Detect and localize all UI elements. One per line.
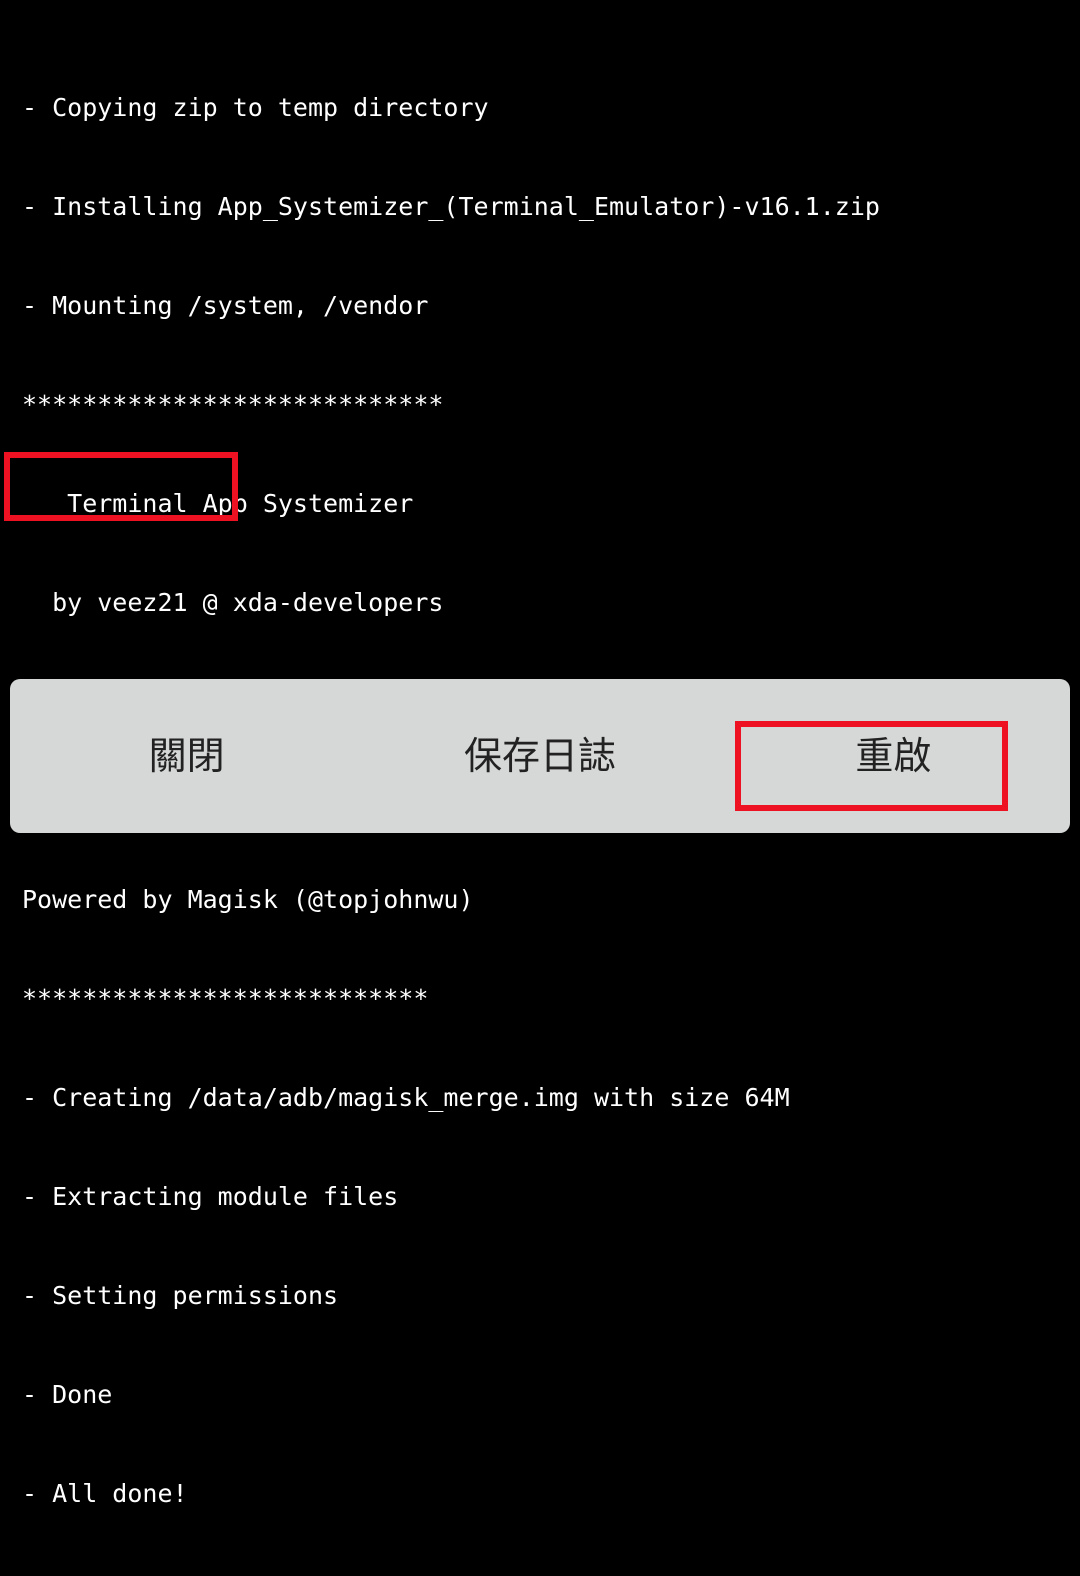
log-line: - Installing App_Systemizer_(Terminal_Em… <box>22 192 880 221</box>
log-line: - All done! <box>22 1479 188 1508</box>
close-button-label: 關閉 <box>148 734 225 778</box>
log-line: Powered by Magisk (@topjohnwu) <box>22 885 474 914</box>
save-log-button-label: 保存日誌 <box>463 734 616 778</box>
save-log-button[interactable]: 保存日誌 <box>363 679 716 833</box>
log-line: - Extracting module files <box>22 1182 399 1211</box>
log-line: - Mounting /system, /vendor <box>22 291 429 320</box>
log-line: - Creating /data/adb/magisk_merge.img wi… <box>22 1083 790 1112</box>
log-line: Terminal App Systemizer <box>22 489 414 518</box>
log-line: by veez21 @ xda-developers <box>22 588 444 617</box>
log-line: **************************** <box>22 390 444 419</box>
installer-log-console: - Copying zip to temp directory - Instal… <box>0 0 1080 1508</box>
reboot-button[interactable]: 重啟 <box>717 679 1070 833</box>
close-button[interactable]: 關閉 <box>10 679 363 833</box>
log-line: *************************** <box>22 984 429 1013</box>
log-line: - Setting permissions <box>22 1281 339 1310</box>
log-line: - Done <box>22 1380 113 1409</box>
reboot-button-label: 重啟 <box>855 734 932 778</box>
dialog-button-bar: 關閉 保存日誌 重啟 <box>10 679 1070 833</box>
log-line: - Copying zip to temp directory <box>22 93 489 122</box>
